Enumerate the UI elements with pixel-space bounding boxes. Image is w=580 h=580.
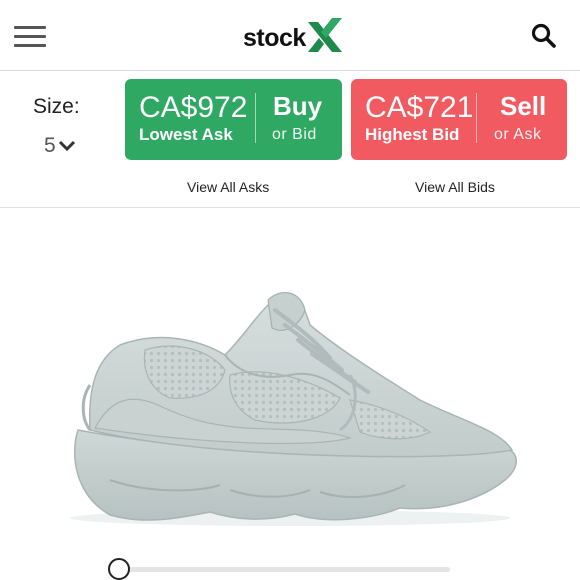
size-label: Size: [33, 95, 80, 118]
image-slider-handle[interactable] [108, 558, 130, 580]
logo-x-mark-icon [307, 18, 342, 52]
or-ask-label: or Ask [494, 126, 542, 143]
size-value: 5 [44, 134, 56, 157]
stockx-logo[interactable]: stock [243, 18, 346, 58]
or-bid-label: or Bid [272, 126, 317, 143]
view-all-asks-link[interactable]: View All Asks [187, 179, 269, 195]
sneaker-image[interactable] [50, 280, 530, 530]
button-divider [476, 93, 477, 143]
image-slider-track[interactable] [120, 567, 450, 572]
chevron-down-icon [58, 140, 75, 152]
top-header: stock [0, 0, 580, 71]
view-all-bids-link[interactable]: View All Bids [415, 179, 495, 195]
sell-label: Sell [500, 91, 547, 121]
buy-label: Buy [273, 91, 323, 121]
button-divider [255, 93, 256, 143]
section-divider [0, 207, 580, 208]
logo-text: stock [243, 24, 306, 52]
lowest-ask-label: Lowest Ask [139, 125, 233, 144]
search-icon[interactable] [530, 22, 558, 50]
sell-button[interactable]: CA$721 Highest Bid Sell or Ask [351, 79, 567, 160]
highest-bid-price: CA$721 [365, 91, 474, 124]
lowest-ask-price: CA$972 [139, 91, 248, 124]
hamburger-menu-icon[interactable] [14, 24, 46, 48]
size-dropdown[interactable]: 5 [44, 134, 76, 158]
highest-bid-label: Highest Bid [365, 125, 460, 144]
buy-button[interactable]: CA$972 Lowest Ask Buy or Bid [125, 79, 342, 160]
